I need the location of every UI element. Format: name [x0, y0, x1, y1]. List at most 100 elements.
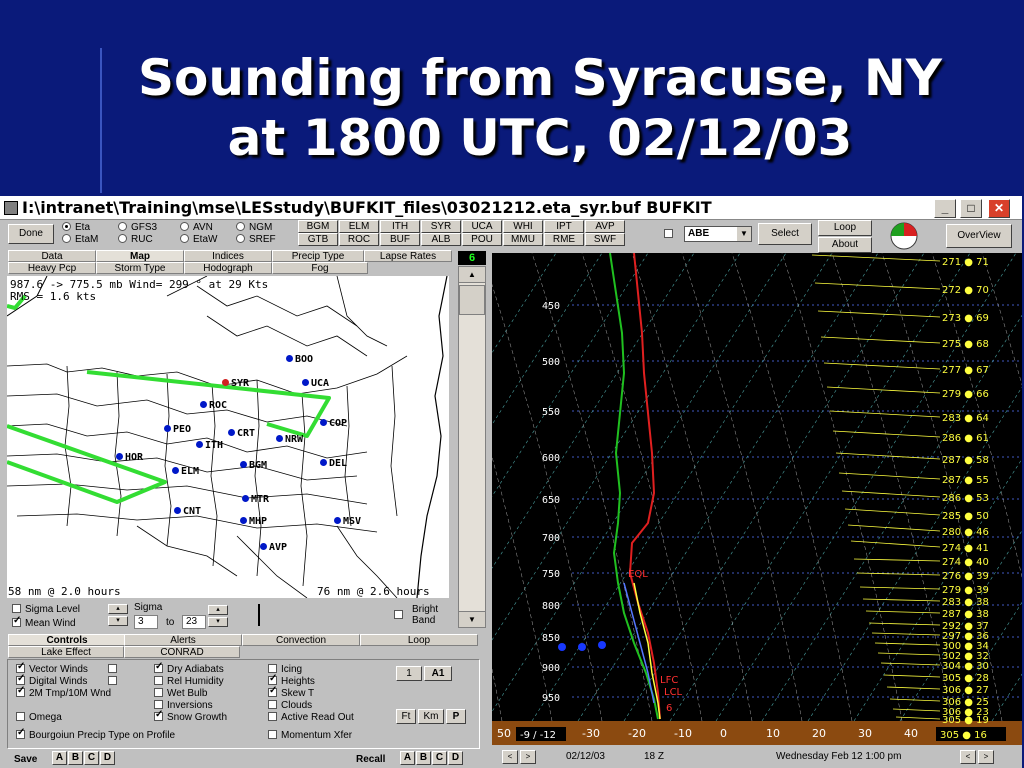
window-titlebar[interactable]: I:\intranet\Training\mse\LESstudy\BUFKIT… — [0, 196, 1022, 220]
radio-dot[interactable] — [62, 222, 71, 231]
model-radio-ngm[interactable]: NGM — [236, 222, 272, 233]
station-dot-mhp[interactable] — [240, 517, 247, 524]
model-radio-etaw[interactable]: EtaW — [180, 234, 217, 245]
sigma-to-field[interactable]: 23 — [182, 615, 206, 629]
maximize-button[interactable]: □ — [960, 199, 982, 218]
bright-band-checkbox[interactable] — [394, 610, 403, 619]
slider-marker[interactable] — [258, 604, 260, 626]
station-dot-bgm[interactable] — [240, 461, 247, 468]
radio-dot[interactable] — [236, 234, 245, 243]
checkbox[interactable] — [16, 661, 25, 673]
btn-p[interactable]: P — [446, 709, 466, 724]
station-dot-crt[interactable] — [228, 429, 235, 436]
check-bourgoiun-[interactable]: Bourgoiun Precip Type on Profile — [16, 727, 175, 741]
radio-dot[interactable] — [236, 222, 245, 231]
checkbox[interactable] — [268, 712, 277, 721]
station-dot-roc[interactable] — [200, 401, 207, 408]
checkbox[interactable] — [154, 676, 163, 685]
save-slot-c[interactable]: C — [84, 751, 99, 765]
btn-a1[interactable]: A1 — [424, 666, 452, 681]
station-dot-ith[interactable] — [196, 441, 203, 448]
station-button-elm[interactable]: ELM — [339, 220, 379, 233]
scroll-down-icon[interactable]: ▼ — [459, 611, 485, 627]
tab-precip-type[interactable]: Precip Type — [272, 250, 364, 262]
model-radio-avn[interactable]: AVN — [180, 222, 213, 233]
tab-map[interactable]: Map — [96, 250, 184, 262]
station-button-alb[interactable]: ALB — [421, 233, 461, 246]
btn-1[interactable]: 1 — [396, 666, 422, 681]
radio-dot[interactable] — [118, 222, 127, 231]
station-button-roc[interactable]: ROC — [339, 233, 379, 246]
save-slot-b[interactable]: B — [68, 751, 83, 765]
check-skew-t[interactable]: Skew T — [268, 685, 314, 699]
tab-storm-type[interactable]: Storm Type — [96, 262, 184, 274]
station-button-uca[interactable]: UCA — [462, 220, 502, 233]
checkbox[interactable] — [154, 661, 163, 673]
close-button[interactable]: ✕ — [988, 199, 1010, 218]
station-dot-cnt[interactable] — [174, 507, 181, 514]
recall-slot-b[interactable]: B — [416, 751, 431, 765]
tab-hodograph[interactable]: Hodograph — [184, 262, 272, 274]
model-radio-gfs3[interactable]: GFS3 — [118, 222, 157, 233]
recall-slot-a[interactable]: A — [400, 751, 415, 765]
prev-time-icon[interactable]: < — [502, 750, 518, 764]
checkbox[interactable] — [154, 709, 163, 721]
scroll-right-icon[interactable]: > — [978, 750, 994, 764]
tab-fog[interactable]: Fog — [272, 262, 368, 274]
station-button-gtb[interactable]: GTB — [298, 233, 338, 246]
scroll-thumb[interactable] — [459, 285, 485, 315]
station-button-rme[interactable]: RME — [544, 233, 584, 246]
station-dot-nrw[interactable] — [276, 435, 283, 442]
check-rel-humidity[interactable]: Rel Humidity — [154, 676, 224, 687]
checkbox[interactable] — [16, 673, 25, 685]
radio-dot[interactable] — [118, 234, 127, 243]
check-vector-winds[interactable]: Vector Winds — [16, 661, 88, 675]
tab-convection[interactable]: Convection — [242, 634, 360, 646]
model-radio-sref[interactable]: SREF — [236, 234, 276, 245]
station-dot-avp[interactable] — [260, 543, 267, 550]
station-button-buf[interactable]: BUF — [380, 233, 420, 246]
station-check[interactable] — [664, 229, 677, 240]
wind-map[interactable]: 987.6 -> 775.5 mb Wind= 299 ° at 29 Kts … — [7, 276, 449, 598]
chevron-down-icon[interactable]: ▼ — [737, 227, 751, 241]
checkbox[interactable] — [154, 688, 163, 697]
checkbox[interactable] — [268, 685, 277, 697]
recall-slot-d[interactable]: D — [448, 751, 463, 765]
checkbox[interactable] — [268, 673, 277, 685]
station-button-ith[interactable]: ITH — [380, 220, 420, 233]
vector-winds-extra-checkbox[interactable] — [108, 664, 117, 673]
station-button-bgm[interactable]: BGM — [298, 220, 338, 233]
tab-conrad[interactable]: CONRAD — [124, 646, 240, 658]
checkbox[interactable] — [16, 727, 25, 739]
station-dot-del[interactable] — [320, 459, 327, 466]
minimize-button[interactable]: _ — [934, 199, 956, 218]
overview-button[interactable]: OverView — [946, 224, 1012, 248]
station-button-swf[interactable]: SWF — [585, 233, 625, 246]
radio-dot[interactable] — [180, 222, 189, 231]
station-dot-boo[interactable] — [286, 355, 293, 362]
station-dot-elm[interactable] — [172, 467, 179, 474]
checkbox[interactable] — [16, 712, 25, 721]
bright-band-check[interactable] — [394, 610, 407, 621]
recall-slot-c[interactable]: C — [432, 751, 447, 765]
digital-winds-extra-checkbox[interactable] — [108, 676, 117, 685]
station-dot-msv[interactable] — [334, 517, 341, 524]
station-dot-uca[interactable] — [302, 379, 309, 386]
checkbox[interactable] — [268, 700, 277, 709]
station-dot-hor[interactable] — [116, 453, 123, 460]
save-slot-a[interactable]: A — [52, 751, 67, 765]
check-digital-winds[interactable]: Digital Winds — [16, 673, 87, 687]
save-slot-d[interactable]: D — [100, 751, 115, 765]
checkbox[interactable] — [268, 664, 277, 673]
checkbox[interactable] — [16, 685, 25, 697]
station-button-whi[interactable]: WHI — [503, 220, 543, 233]
model-radio-ruc[interactable]: RUC — [118, 234, 153, 245]
tab-loop[interactable]: Loop — [360, 634, 478, 646]
tab-alerts[interactable]: Alerts — [124, 634, 242, 646]
check-clouds[interactable]: Clouds — [268, 700, 312, 711]
radio-dot[interactable] — [180, 234, 189, 243]
model-radio-etam[interactable]: EtaM — [62, 234, 98, 245]
station-dot-cop[interactable] — [320, 419, 327, 426]
station-button-syr[interactable]: SYR — [421, 220, 461, 233]
next-time-icon[interactable]: > — [520, 750, 536, 764]
